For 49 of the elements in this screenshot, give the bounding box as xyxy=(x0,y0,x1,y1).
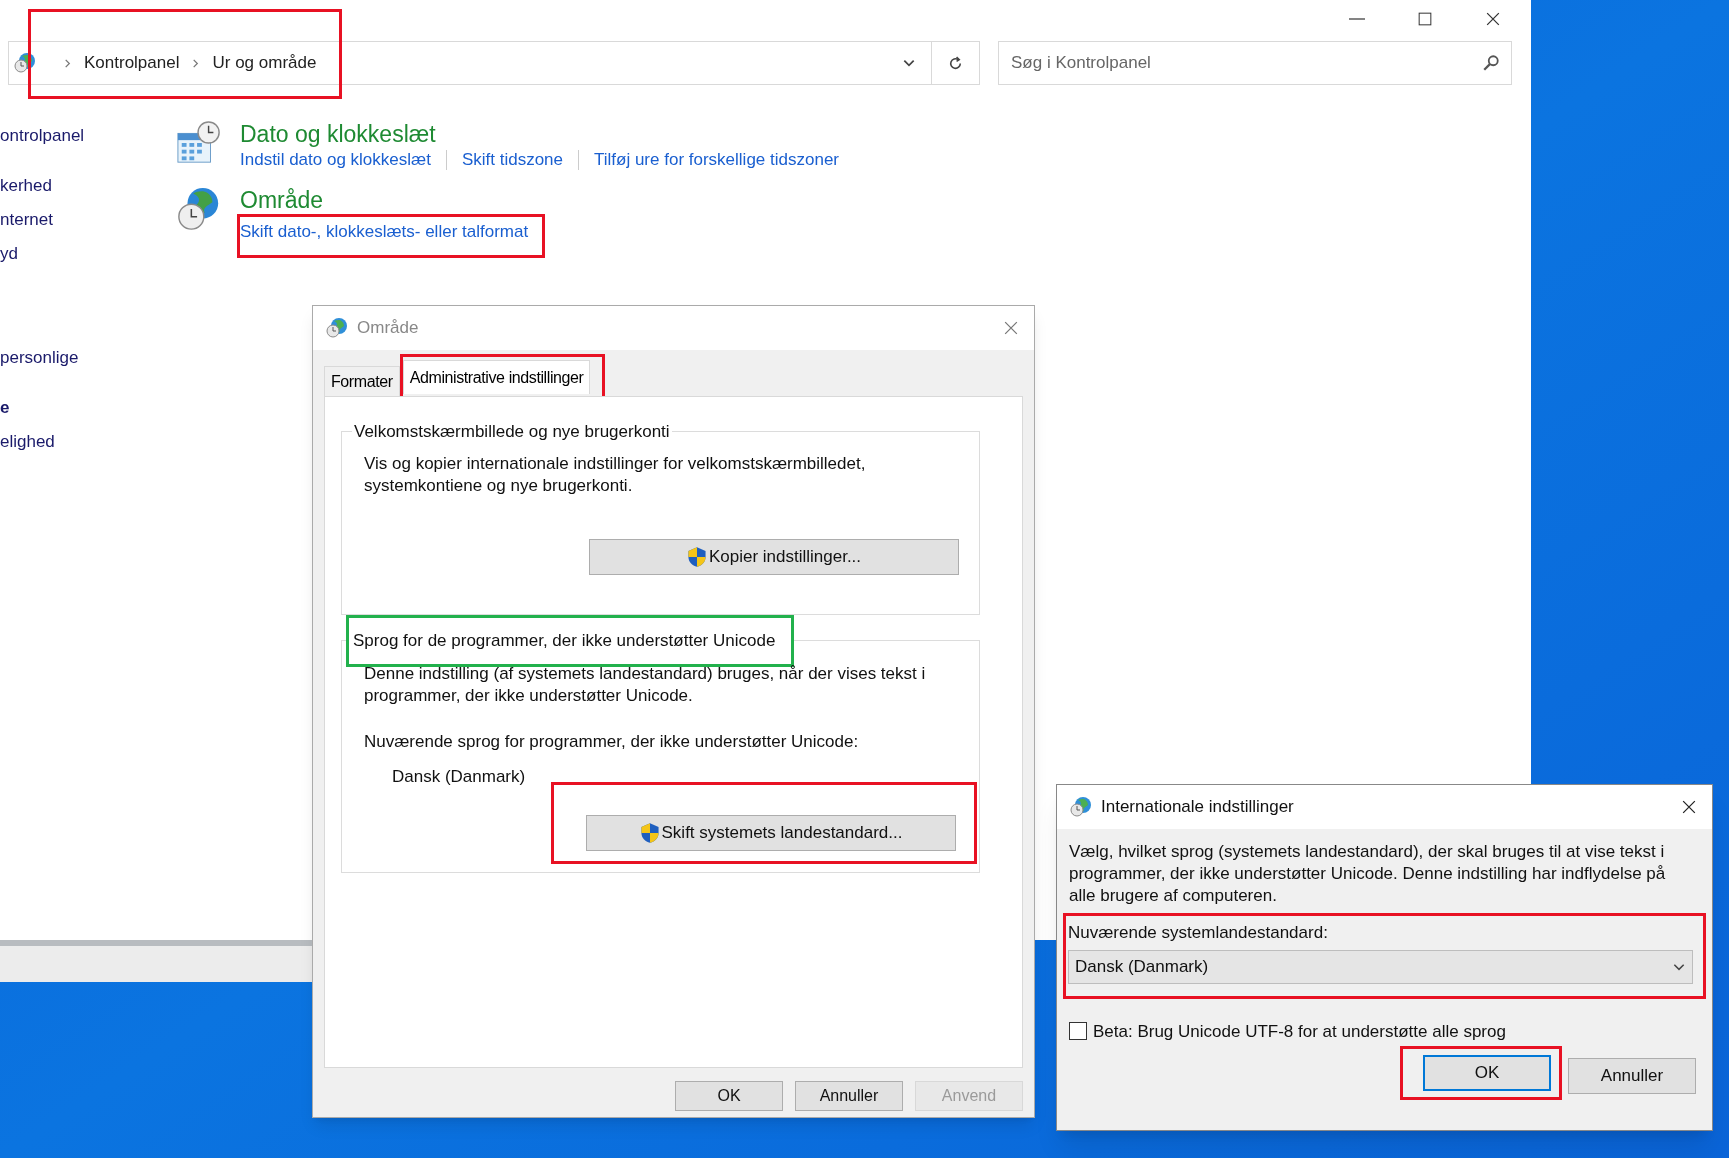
refresh-icon xyxy=(947,54,964,72)
calendar-clock-icon xyxy=(176,120,222,166)
breadcrumb-item[interactable]: Kontrolpanel xyxy=(84,50,180,76)
address-bar[interactable]: Kontrolpanel Ur og område xyxy=(8,41,980,85)
category-link[interactable]: Skift tidszone xyxy=(461,148,563,172)
dialog-button[interactable]: Annuller xyxy=(1568,1058,1696,1094)
group-title: Sprog for de programmer, der ikke understøtter Unicode xyxy=(352,631,777,650)
category-link[interactable]: Skift dato-, klokkeslæts- eller talformat xyxy=(240,222,529,241)
elevated-button[interactable]: Kopier indstillinger... xyxy=(589,538,959,575)
field-label: Nuværende systemlandestandard: xyxy=(1068,922,1329,944)
checkbox[interactable] xyxy=(1069,1022,1087,1041)
globe-clock-icon xyxy=(325,316,349,340)
tab[interactable]: Administrative indstillinger xyxy=(402,360,591,394)
group-title: Velkomstskærmbillede og nye brugerkonti xyxy=(353,422,671,441)
dialog-title: Område xyxy=(357,317,419,340)
sidebar-link[interactable]: elighed xyxy=(0,430,176,454)
category-link[interactable]: Tilføj ure for forskellige tidszoner xyxy=(594,148,839,172)
sidebar-link[interactable]: personlige xyxy=(0,346,176,370)
sidebar-link[interactable]: kerhed xyxy=(0,174,176,198)
group-description: Vis og kopier internationale indstillinger for velkomstskærmbilledet, systemkontiene og nye brugerkonti. xyxy=(364,452,867,497)
dialog-button[interactable]: OK xyxy=(675,1081,783,1111)
tab[interactable]: Formater xyxy=(324,366,400,396)
sidebar-link[interactable]: ontrolpanel xyxy=(0,124,176,148)
breadcrumb-item[interactable]: Ur og område xyxy=(212,50,317,76)
search-icon xyxy=(1482,54,1500,72)
shield-icon xyxy=(639,821,660,844)
dialog-button[interactable]: Annuller xyxy=(795,1081,903,1111)
category-heading[interactable]: Dato og klokkeslæt xyxy=(240,120,839,148)
dialog-button[interactable]: OK xyxy=(1423,1055,1551,1091)
elevated-button[interactable]: Skift systemets landestandard... xyxy=(586,814,956,851)
dialog-title: Internationale indstillinger xyxy=(1101,796,1294,819)
search-field[interactable]: Søg i Kontrolpanel xyxy=(998,41,1512,85)
category-heading[interactable]: Område xyxy=(240,186,546,214)
dialog-description: Vælg, hvilket sprog (systemets landestandard), der skal bruges til at vise tekst i programmer, der ikke understøtter Unicode. Denne indstilling har indflydelse på alle brugere af computeren. xyxy=(1069,841,1667,907)
globe-clock-icon xyxy=(1069,795,1093,819)
minimize-icon xyxy=(1349,18,1365,20)
field-label: Nuværende sprog for programmer, der ikke understøtter Unicode: xyxy=(364,730,860,753)
globe-clock-icon xyxy=(13,51,37,75)
sidebar-link[interactable]: nternet xyxy=(0,208,176,232)
locale-dropdown[interactable]: Dansk (Danmark) xyxy=(1068,949,1693,984)
field-value: Dansk (Danmark) xyxy=(392,766,527,788)
sidebar-link[interactable]: yd xyxy=(0,242,176,266)
chevron-right-icon xyxy=(191,58,201,68)
checkbox-label[interactable]: Beta: Brug Unicode UTF-8 for at understøtte alle sprog xyxy=(1093,1018,1506,1044)
sidebar-link[interactable]: e xyxy=(0,396,176,420)
category-link[interactable]: Indstil dato og klokkeslæt xyxy=(240,148,431,172)
chevron-right-icon xyxy=(63,58,72,68)
group-description: Denne indstilling (af systemets landestandard) bruges, når der vises tekst i programmer, der ikke understøtter Unicode. xyxy=(364,662,927,707)
shield-icon xyxy=(686,545,707,568)
